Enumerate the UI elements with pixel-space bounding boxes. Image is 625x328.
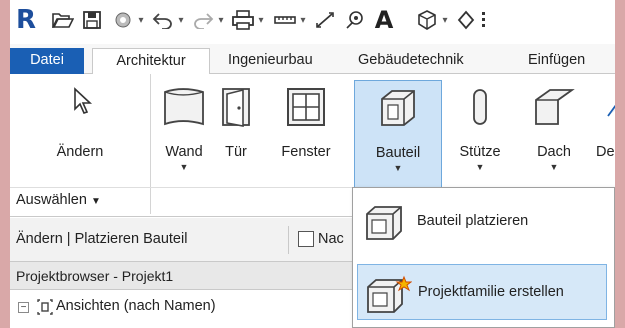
tab-structure[interactable]: Ingenieurbau xyxy=(228,48,313,74)
more-icon[interactable] xyxy=(480,7,488,33)
options-bar-separator xyxy=(288,226,289,254)
3d-view-icon[interactable] xyxy=(414,7,440,33)
context-title: Ändern | Platzieren Bauteil xyxy=(16,231,188,247)
ceiling-icon xyxy=(606,86,615,131)
undo-dropdown-icon[interactable]: ▾ xyxy=(176,7,186,33)
revit-window: R ▾ ▾ ▾ ▾ ▾ A ▾ Datei Architektur Ingeni… xyxy=(10,0,615,328)
sync-icon[interactable] xyxy=(110,7,136,33)
placement-checkbox-label: Nac xyxy=(318,231,344,247)
component-button[interactable]: Bauteil ▼ xyxy=(354,80,442,188)
menu-item-place-component[interactable]: Bauteil platzieren xyxy=(357,194,607,250)
quick-access-toolbar: R ▾ ▾ ▾ ▾ ▾ A ▾ xyxy=(10,0,615,44)
roof-dropdown-icon[interactable]: ▼ xyxy=(524,162,584,172)
door-icon xyxy=(219,86,253,131)
sync-dropdown-icon[interactable]: ▾ xyxy=(136,7,146,33)
collapse-toggle-icon[interactable]: − xyxy=(18,302,29,313)
app-logo[interactable]: R xyxy=(14,5,38,35)
column-label: Stütze xyxy=(459,144,501,160)
column-icon xyxy=(469,86,491,131)
tab-file[interactable]: Datei xyxy=(10,48,84,74)
ceiling-button[interactable]: De xyxy=(588,80,615,182)
tab-systems[interactable]: Gebäudetechnik xyxy=(358,48,464,74)
roof-label: Dach xyxy=(537,144,571,160)
wall-dropdown-icon[interactable]: ▼ xyxy=(154,162,214,172)
menu-item-label: Projektfamilie erstellen xyxy=(418,284,564,300)
text-icon[interactable]: A xyxy=(372,6,396,34)
window-button[interactable]: Fenster xyxy=(258,80,354,182)
component-dropdown-icon[interactable]: ▼ xyxy=(355,163,441,173)
ceiling-label: De xyxy=(596,144,615,160)
place-component-icon xyxy=(363,204,407,245)
dimension-icon[interactable] xyxy=(312,7,338,33)
tag-icon[interactable] xyxy=(342,7,368,33)
3d-view-dropdown-icon[interactable]: ▾ xyxy=(440,7,450,33)
redo-icon[interactable] xyxy=(190,7,216,33)
placement-checkbox[interactable] xyxy=(298,231,314,247)
wall-icon xyxy=(161,86,207,131)
measure-dropdown-icon[interactable]: ▾ xyxy=(298,7,308,33)
roof-button[interactable]: Dach ▼ xyxy=(524,80,584,182)
select-panel-label: Auswählen xyxy=(16,192,87,208)
window-label: Fenster xyxy=(281,144,331,160)
tab-insert[interactable]: Einfügen xyxy=(528,48,585,74)
undo-icon[interactable] xyxy=(150,7,176,33)
tree-item-label: Ansichten (nach Namen) xyxy=(56,298,216,314)
modify-button[interactable]: Ändern xyxy=(10,80,150,182)
tab-architecture[interactable]: Architektur xyxy=(92,48,210,75)
component-icon xyxy=(376,87,420,132)
panel-separator xyxy=(150,74,151,214)
project-browser-title: Projektbrowser - Projekt1 xyxy=(16,268,174,284)
section-icon[interactable] xyxy=(454,7,478,33)
column-button[interactable]: Stütze ▼ xyxy=(446,80,514,182)
component-label: Bauteil xyxy=(375,145,421,161)
create-family-icon xyxy=(364,275,413,318)
measure-icon[interactable] xyxy=(272,7,298,33)
save-icon[interactable] xyxy=(80,7,104,33)
menu-item-create-in-place[interactable]: Projektfamilie erstellen xyxy=(357,264,607,320)
select-panel-dropdown[interactable]: Auswählen ▼ xyxy=(16,192,101,208)
print-icon[interactable] xyxy=(230,7,256,33)
views-icon xyxy=(36,298,54,319)
wall-button[interactable]: Wand ▼ xyxy=(154,80,214,182)
wall-label: Wand xyxy=(165,144,203,160)
roof-icon xyxy=(532,86,576,131)
door-button[interactable]: Tür xyxy=(216,80,256,182)
door-label: Tür xyxy=(225,144,247,160)
print-dropdown-icon[interactable]: ▾ xyxy=(256,7,266,33)
menu-item-label: Bauteil platzieren xyxy=(417,213,529,229)
window-icon xyxy=(285,86,327,131)
column-dropdown-icon[interactable]: ▼ xyxy=(446,162,514,172)
modify-label: Ändern xyxy=(56,144,104,160)
redo-dropdown-icon[interactable]: ▾ xyxy=(216,7,226,33)
open-icon[interactable] xyxy=(50,7,76,33)
component-dropdown-menu: Bauteil platzieren Projektfamilie erstel… xyxy=(352,187,615,328)
ribbon-tab-bar: Datei Architektur Ingenieurbau Gebäudete… xyxy=(10,44,615,75)
cursor-icon xyxy=(67,86,93,119)
select-panel-caret-icon: ▼ xyxy=(90,196,101,207)
